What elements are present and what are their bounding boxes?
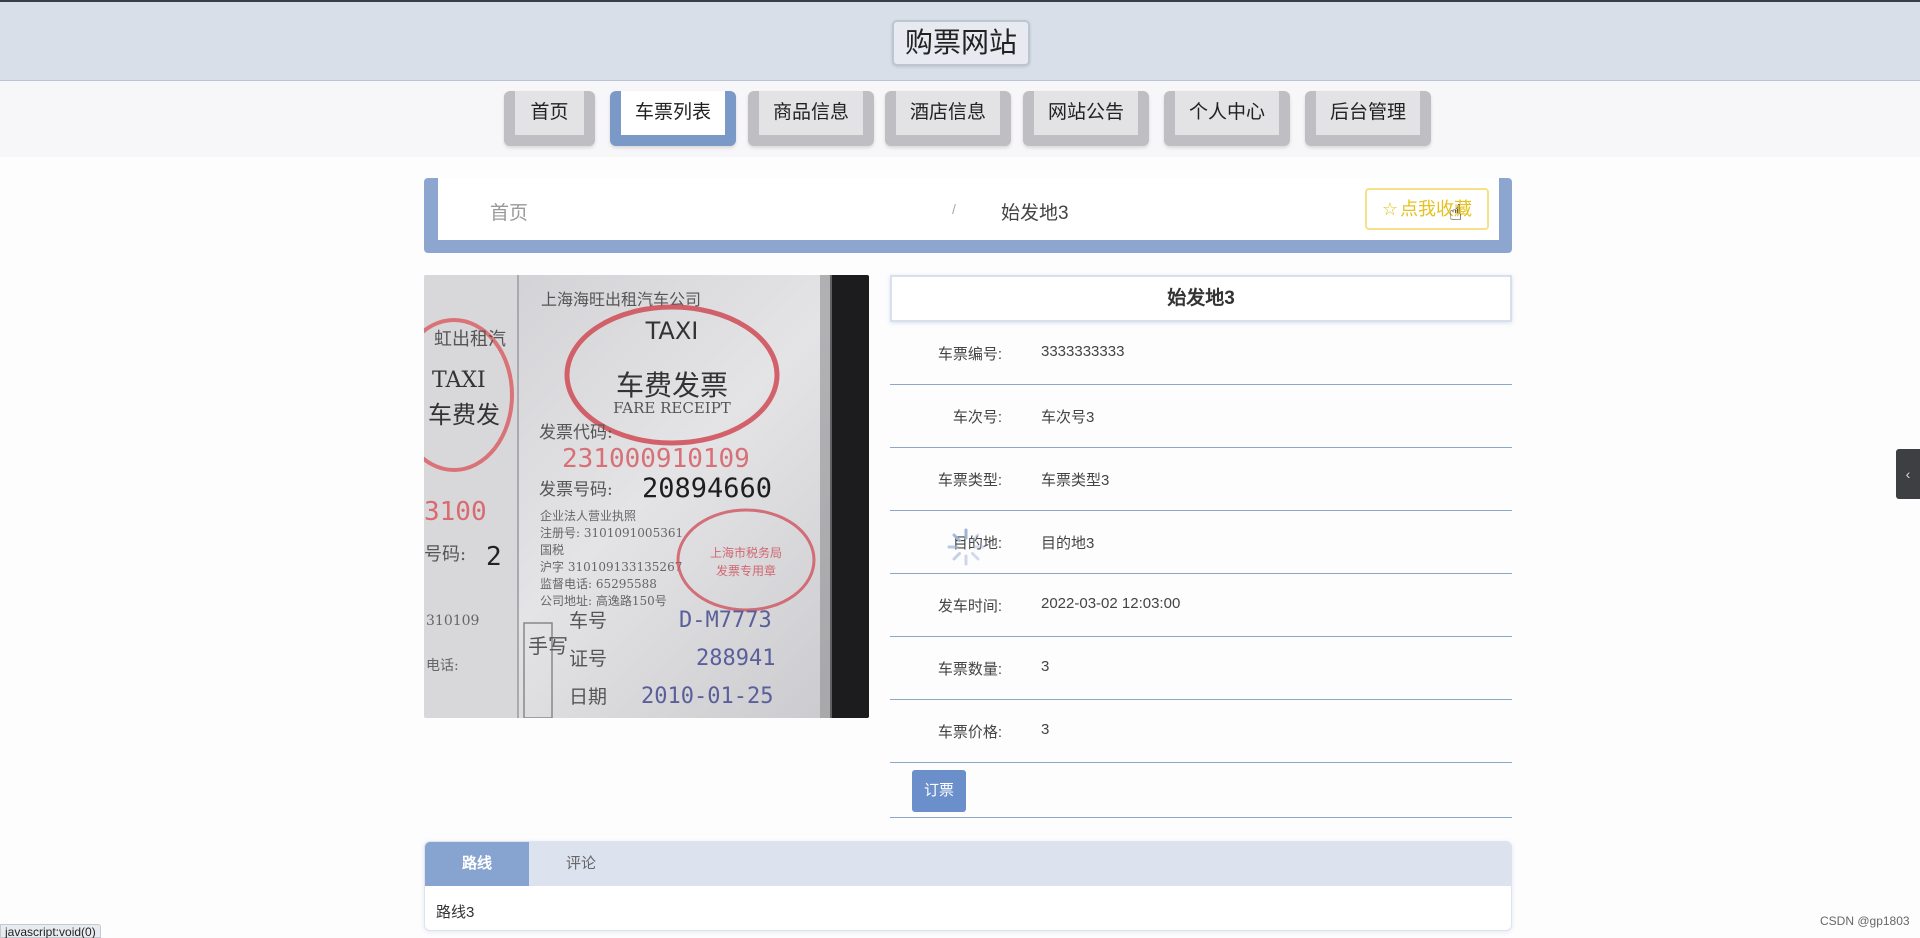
hand-cursor-icon: ☝ [1449,200,1463,225]
breadcrumb-separator: / [952,201,956,217]
detail-row-departure-time: 发车时间: 2022-03-02 12:03:00 [890,574,1512,637]
favorite-button[interactable]: ☆ 点我收藏 [1365,188,1489,230]
svg-text:3100: 3100 [424,497,487,527]
nav-item-announcements[interactable]: 网站公告 [1023,91,1149,146]
detail-value: 3333333333 [1041,343,1125,360]
svg-text:发票专用章: 发票专用章 [716,563,776,578]
nav-item-label: 个人中心 [1175,91,1279,135]
svg-text:310109: 310109 [426,613,479,629]
ticket-image: 虹出租汽 TAXI 车费发 3100 号码: 2 310109 电话: 上海海旺… [424,275,869,718]
nav-item-hotels[interactable]: 酒店信息 [885,91,1011,146]
tab-content: 路线3 [436,904,475,921]
tab-route[interactable]: 路线 [425,842,529,886]
detail-title: 始发地3 [890,275,1512,322]
detail-row-ticket-quantity: 车票数量: 3 [890,637,1512,700]
svg-text:注册号: 3101091005361: 注册号: 3101091005361 [540,525,683,540]
top-header: 购票网站 [0,0,1920,81]
nav-item-label: 网站公告 [1034,91,1138,135]
svg-text:上海市税务局: 上海市税务局 [710,545,782,560]
nav-item-label: 商品信息 [759,91,863,135]
svg-text:电话:: 电话: [426,658,459,674]
main-nav: 首页 车票列表 商品信息 酒店信息 网站公告 个人中心 后台管理 [0,81,1920,157]
svg-text:公司地址: 高逸路150号: 公司地址: 高逸路150号 [540,593,667,608]
ticket-cert-label: 证号 [569,648,607,670]
detail-label: 车票数量: [937,661,1002,678]
detail-row-ticket-type: 车票类型: 车票类型3 [890,448,1512,511]
nav-item-label: 首页 [515,91,584,135]
nav-item-label: 后台管理 [1316,91,1420,135]
detail-label: 车票类型: [937,472,1002,489]
svg-text:虹出租汽: 虹出租汽 [434,329,506,350]
detail-value: 3 [1041,658,1050,675]
detail-value: 3 [1041,721,1050,738]
detail-label: 车票价格: [937,724,1002,741]
svg-text:监督电话: 65295588: 监督电话: 65295588 [540,576,657,591]
ticket-code: 231000910109 [562,444,750,474]
ticket-code-label: 发票代码: [539,423,613,443]
detail-value: 车票类型3 [1041,472,1110,489]
site-title: 购票网站 [892,20,1031,66]
detail-row-ticket-number: 车票编号: 3333333333 [890,322,1512,385]
detail-row-train-number: 车次号: 车次号3 [890,385,1512,448]
breadcrumb-panel: 首页 / 始发地3 [438,178,1499,240]
svg-text:沪字 310109133135267: 沪字 310109133135267 [540,559,682,574]
breadcrumb: 首页 / 始发地3 [424,178,1512,253]
detail-label: 车次号: [952,409,1002,426]
ticket-plate-label: 车号 [569,610,607,632]
ticket-number-label: 发票号码: [539,480,613,500]
ticket-number: 20894660 [642,473,772,504]
ticket-date: 2010-01-25 [641,684,773,709]
ticket-taxi-label: TAXI [645,317,699,345]
breadcrumb-current: 始发地3 [1001,203,1069,224]
nav-item-label: 车票列表 [621,91,725,135]
nav-item-admin[interactable]: 后台管理 [1305,91,1431,146]
ticket-cert: 288941 [696,646,775,671]
tabs-header: 路线 评论 [425,842,1511,886]
order-row: 订票 [890,763,1512,818]
detail-label: 车票编号: [937,346,1002,363]
svg-text:车费发: 车费发 [428,401,500,429]
chevron-left-icon: ‹ [1905,466,1911,482]
svg-text:号码:: 号码: [424,544,466,565]
detail-row-ticket-price: 车票价格: 3 [890,700,1512,763]
status-bar-link: javascript:void(0) [0,924,101,938]
nav-item-products[interactable]: 商品信息 [748,91,874,146]
ticket-handwritten-label: 手写 [528,634,568,658]
detail-value: 车次号3 [1041,409,1095,426]
detail-label: 发车时间: [937,598,1002,615]
detail-value: 目的地3 [1041,535,1095,552]
svg-text:2: 2 [486,542,502,572]
nav-item-home[interactable]: 首页 [504,91,595,146]
watermark: CSDN @gp1803 [1820,914,1910,928]
ticket-plate: D-M7773 [679,608,772,633]
nav-item-label: 酒店信息 [896,91,1000,135]
detail-value: 2022-03-02 12:03:00 [1041,595,1181,612]
svg-text:国税: 国税 [540,543,564,557]
star-outline-icon: ☆ [1381,199,1399,219]
ticket-title-en: FARE RECEIPT [613,399,731,417]
side-panel-toggle[interactable]: ‹ [1896,449,1920,499]
detail-tabs: 路线 评论 路线3 [424,841,1512,931]
svg-text:企业法人营业执照: 企业法人营业执照 [540,508,636,523]
nav-item-user-center[interactable]: 个人中心 [1164,91,1290,146]
nav-item-ticket-list[interactable]: 车票列表 [610,91,736,146]
order-button[interactable]: 订票 [912,770,966,812]
loading-spinner-icon [947,528,985,566]
breadcrumb-home-link[interactable]: 首页 [490,198,528,225]
tab-comments[interactable]: 评论 [529,842,633,886]
svg-text:TAXI: TAXI [432,368,486,393]
ticket-date-label: 日期 [569,686,607,708]
ticket-title-cn: 车费发票 [616,369,728,402]
